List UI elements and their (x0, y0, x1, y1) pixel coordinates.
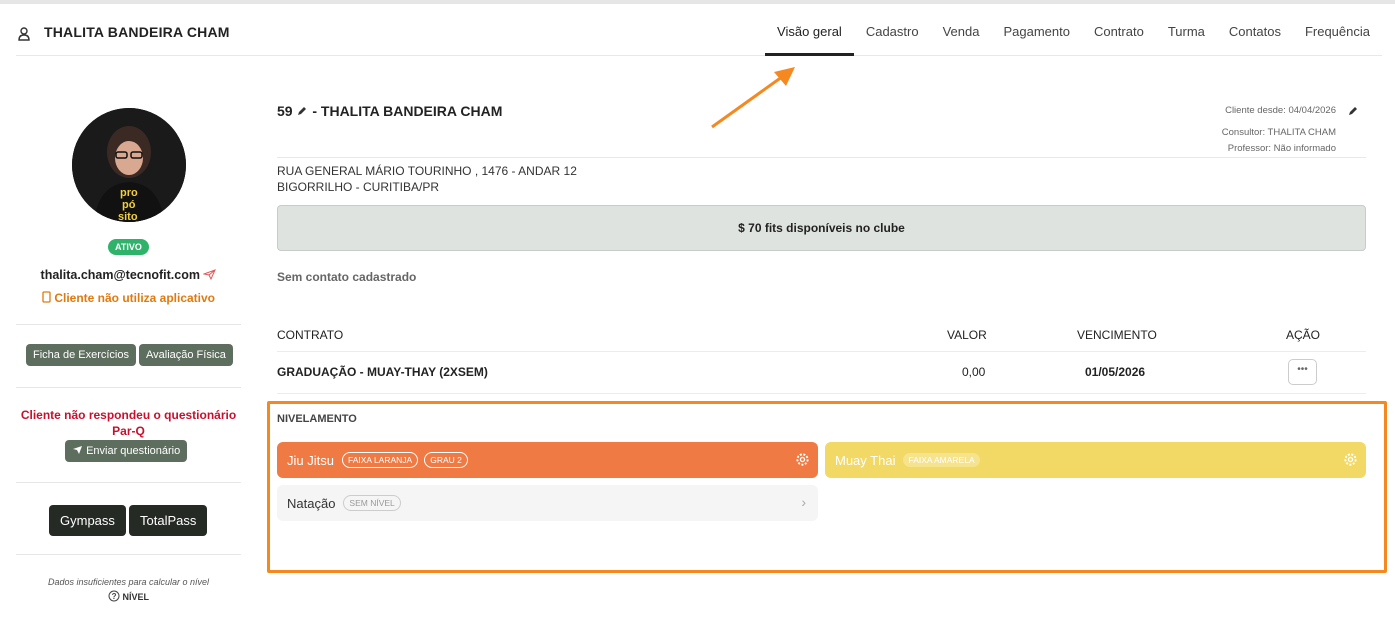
tab-pagamento[interactable]: Pagamento (991, 18, 1082, 56)
consultant: Consultor: THALITA CHAM (1221, 127, 1336, 138)
client-name: THALITA BANDEIRA CHAM (44, 24, 230, 40)
send-email-icon[interactable] (202, 269, 217, 281)
contract-due-date: 01/05/2026 (1085, 365, 1146, 379)
user-icon (18, 27, 30, 41)
gympass-button[interactable]: Gympass (49, 505, 126, 536)
app-status-text: Cliente não utiliza aplicativo (54, 291, 216, 305)
divider (277, 393, 1366, 394)
help-icon: ? (108, 590, 120, 602)
send-questionnaire-button[interactable]: Enviar questionário (65, 440, 188, 462)
modality-name: Natação (287, 495, 336, 511)
nivel-note: Dados insuficientes para calcular o níve… (47, 577, 210, 587)
client-title-name: - THALITA BANDEIRA CHAM (312, 103, 503, 119)
divider (277, 157, 1366, 158)
edit-date-icon[interactable] (1347, 105, 1359, 117)
divider (16, 482, 241, 483)
top-border (0, 0, 1395, 4)
modality-name: Jiu Jitsu (287, 452, 334, 468)
svg-text:pro: pro (120, 187, 138, 199)
level-card-jiu-jitsu[interactable]: Jiu Jitsu FAIXA LARANJA GRAU 2 (277, 442, 818, 478)
level-card-muay-thai[interactable]: Muay Thai FAIXA AMARELA (825, 442, 1366, 478)
tab-cadastro[interactable]: Cadastro (854, 18, 931, 56)
nivel-info[interactable]: ? NÍVEL (16, 590, 241, 602)
send-icon (73, 446, 82, 454)
svg-text:pó: pó (122, 199, 136, 211)
col-header-contrato: CONTRATO (277, 328, 344, 342)
client-since: Cliente desde: 04/04/2026 (1225, 105, 1336, 116)
status-badge: ATIVO (108, 239, 149, 255)
client-id: 59 (277, 103, 293, 119)
contract-name: GRADUAÇÃO - MUAY-THAY (2XSEM) (277, 365, 488, 379)
avaliacao-fisica-button[interactable]: Avaliação Física (139, 344, 233, 366)
tab-turma[interactable]: Turma (1156, 18, 1217, 56)
address-line1: RUA GENERAL MÁRIO TOURINHO , 1476 - ANDA… (277, 164, 577, 178)
belt-tag: FAIXA AMARELA (903, 453, 980, 467)
col-header-valor: VALOR (947, 328, 987, 342)
col-header-vencimento: VENCIMENTO (1077, 328, 1157, 342)
nivel-label: NÍVEL (122, 592, 150, 602)
tab-contrato[interactable]: Contrato (1082, 18, 1156, 56)
tabs-bar: Visão geral Cadastro Venda Pagamento Con… (765, 18, 1382, 56)
more-actions-button[interactable]: ••• (1288, 359, 1317, 385)
gear-icon[interactable] (795, 452, 810, 467)
divider (16, 554, 241, 555)
level-card-natacao[interactable]: Natação SEM NÍVEL › (277, 485, 818, 521)
tab-contatos[interactable]: Contatos (1217, 18, 1293, 56)
edit-icon[interactable] (296, 105, 308, 117)
avatar: pro pó sito (72, 108, 186, 222)
app-status: Cliente não utiliza aplicativo (16, 291, 241, 305)
divider (16, 324, 241, 325)
tab-visao-geral[interactable]: Visão geral (765, 18, 854, 56)
page-title: 59 - THALITA BANDEIRA CHAM (277, 103, 502, 119)
col-header-acao: AÇÃO (1286, 328, 1321, 342)
svg-text:?: ? (112, 592, 117, 601)
nivelamento-title: NIVELAMENTO (277, 413, 357, 425)
email-text: thalita.cham@tecnofit.com (40, 268, 200, 282)
professor: Professor: Não informado (1227, 143, 1336, 154)
fits-balance: $ 70 fits disponíveis no clube (277, 205, 1366, 251)
no-contact-text: Sem contato cadastrado (277, 270, 417, 284)
belt-tag: FAIXA LARANJA (341, 452, 419, 468)
client-header: THALITA BANDEIRA CHAM Visão geral Cadast… (16, 18, 1382, 56)
chevron-right-icon: › (801, 494, 806, 510)
email-row: thalita.cham@tecnofit.com (16, 268, 241, 282)
ficha-exercicios-button[interactable]: Ficha de Exercícios (26, 344, 136, 366)
parq-warning: Cliente não respondeu o questionário Par… (20, 408, 237, 438)
tab-venda[interactable]: Venda (931, 18, 992, 56)
divider (16, 387, 241, 388)
address-line2: BIGORRILHO - CURITIBA/PR (277, 180, 440, 194)
gear-icon[interactable] (1343, 452, 1358, 467)
divider (277, 351, 1366, 352)
totalpass-button[interactable]: TotalPass (129, 505, 208, 536)
level-tag: SEM NÍVEL (343, 495, 401, 511)
modality-name: Muay Thai (835, 452, 896, 468)
tab-frequencia[interactable]: Frequência (1293, 18, 1382, 56)
grade-tag: GRAU 2 (424, 452, 468, 468)
annotation-arrow (711, 67, 795, 129)
svg-text:sito: sito (118, 211, 138, 222)
contract-value: 0,00 (962, 365, 986, 379)
phone-icon (42, 291, 51, 303)
send-questionnaire-label: Enviar questionário (86, 445, 181, 457)
